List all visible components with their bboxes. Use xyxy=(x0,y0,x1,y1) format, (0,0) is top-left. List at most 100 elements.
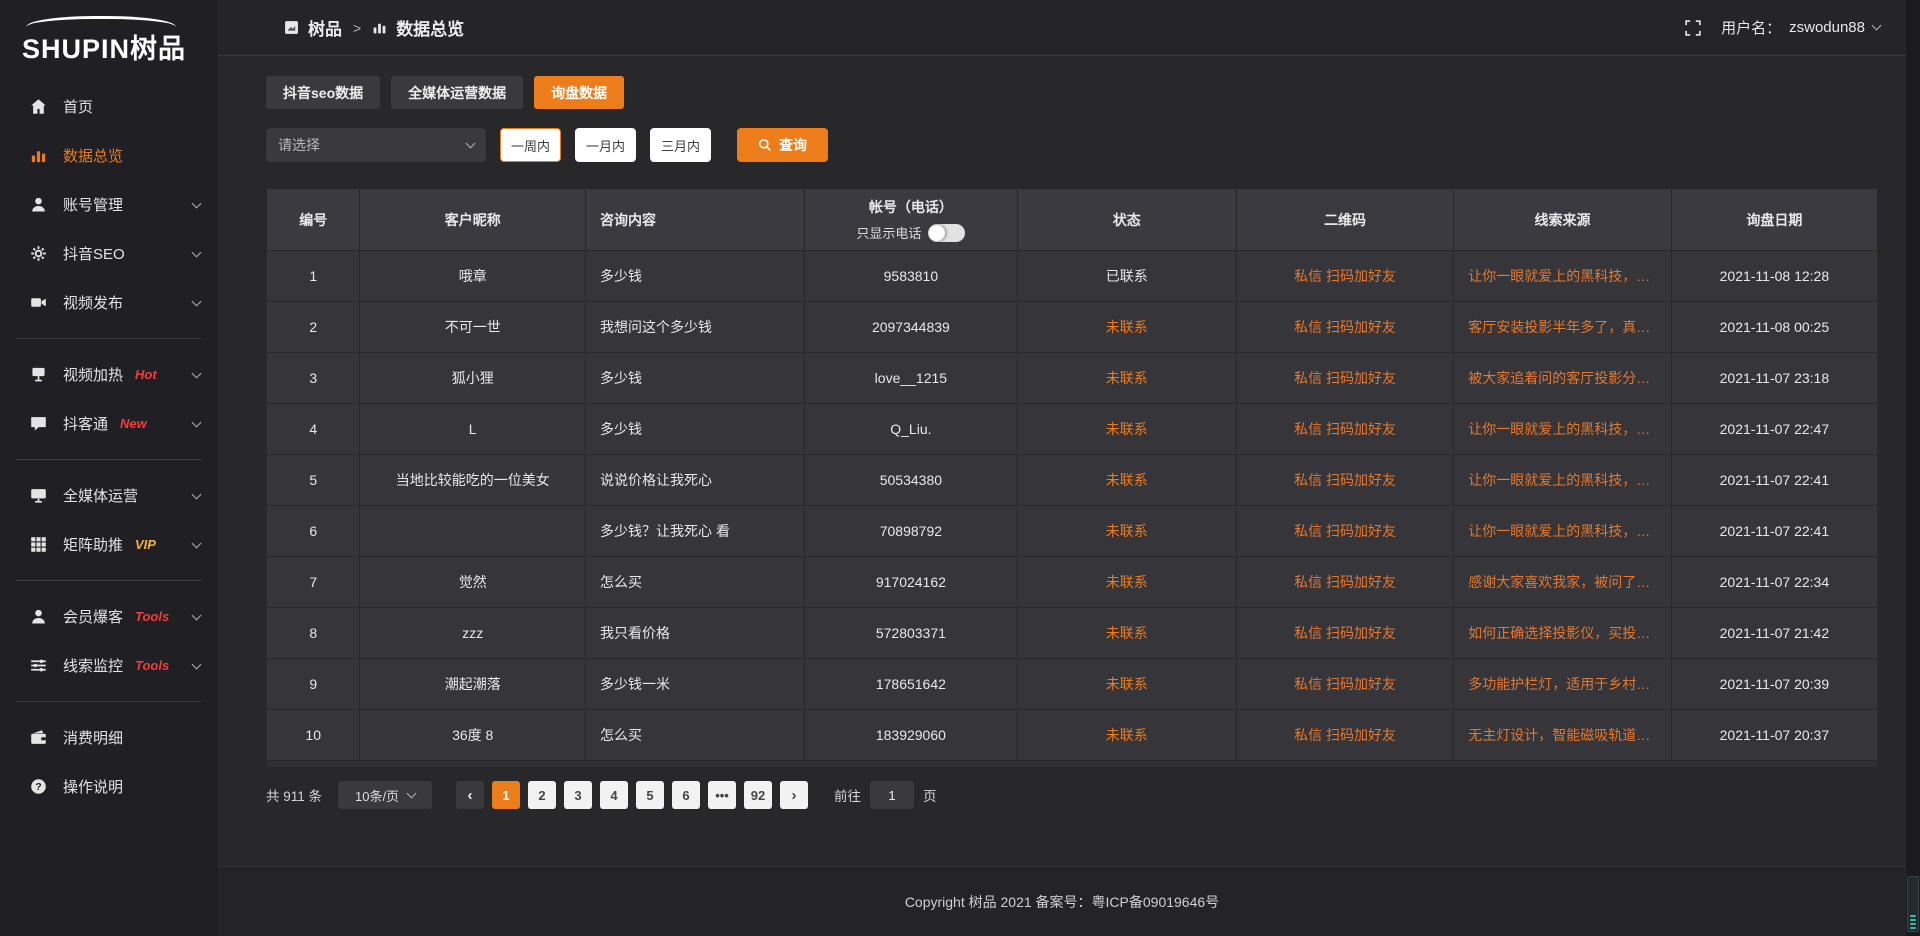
table-row: 4 L 多少钱 Q_Liu. 未联系 私信 扫码加好友 让你一眼就爱上的黑科技，… xyxy=(267,404,1878,455)
sidebar-item[interactable]: 消费明细 xyxy=(0,713,218,762)
sidebar-item[interactable]: 抖客通 New xyxy=(0,399,218,448)
table-row: 10 36度 8 怎么买 183929060 未联系 私信 扫码加好友 无主灯设… xyxy=(267,710,1878,761)
page-button[interactable]: 92 xyxy=(744,781,772,809)
sidebar-item-label: 全媒体运营 xyxy=(63,485,138,506)
query-button[interactable]: 查询 xyxy=(737,128,828,162)
cell-qrcode-link[interactable]: 私信 扫码加好友 xyxy=(1236,608,1453,659)
cell-source-link[interactable]: 被大家追着问的客厅投影分享... xyxy=(1454,353,1671,404)
sidebar-item[interactable]: 全媒体运营 xyxy=(0,471,218,520)
cell-qrcode-link[interactable]: 私信 扫码加好友 xyxy=(1236,710,1453,761)
sidebar-item[interactable]: 数据总览 xyxy=(0,131,218,180)
sidebar-item-badge: Tools xyxy=(135,658,169,673)
cell-qrcode-link[interactable]: 私信 扫码加好友 xyxy=(1236,659,1453,710)
cell-content: 我只看价格 xyxy=(585,608,804,659)
period-button[interactable]: 三月内 xyxy=(650,128,711,162)
cell-qrcode-link[interactable]: 私信 扫码加好友 xyxy=(1236,404,1453,455)
tab-button[interactable]: 全媒体运营数据 xyxy=(391,76,523,109)
prev-page-button[interactable]: ‹ xyxy=(456,781,484,809)
period-button[interactable]: 一月内 xyxy=(575,128,636,162)
cell-source-link[interactable]: 客厅安装投影半年多了，真实... xyxy=(1454,302,1671,353)
app-root: SHUPIN 树品 首页 数据总览 xyxy=(0,0,1920,936)
cell-source-link[interactable]: 多功能护栏灯，适用于乡村文... xyxy=(1454,659,1671,710)
page-button[interactable]: 4 xyxy=(600,781,628,809)
username-label: 用户名： xyxy=(1721,17,1781,38)
breadcrumb-current: 数据总览 xyxy=(396,15,464,40)
tab-button[interactable]: 询盘数据 xyxy=(534,76,624,109)
main-area: 树品 > 数据总览 用户名：zswodun88 抖音seo数据 全媒体运营数据 xyxy=(218,0,1906,936)
chevron-down-icon xyxy=(1872,21,1882,31)
cell-source-link[interactable]: 让你一眼就爱上的黑科技，能... xyxy=(1454,251,1671,302)
page-button[interactable]: ••• xyxy=(708,781,736,809)
cell-source-link[interactable]: 感谢大家喜欢我家，被问了好... xyxy=(1454,557,1671,608)
tab-button[interactable]: 抖音seo数据 xyxy=(266,76,380,109)
cell-source-link[interactable]: 让你一眼就爱上的黑科技，能... xyxy=(1454,455,1671,506)
cell-qrcode-link[interactable]: 私信 扫码加好友 xyxy=(1236,455,1453,506)
cell-account: 572803371 xyxy=(805,608,1018,659)
filter-select[interactable]: 请选择 xyxy=(266,128,486,162)
sidebar-item[interactable]: 视频发布 xyxy=(0,278,218,327)
sidebar-item[interactable]: 账号管理 xyxy=(0,180,218,229)
cell-qrcode-link[interactable]: 私信 扫码加好友 xyxy=(1236,557,1453,608)
chevron-down-icon xyxy=(192,368,202,378)
period-button[interactable]: 一周内 xyxy=(500,128,561,162)
sidebar-item-badge: Tools xyxy=(135,609,169,624)
cell-qrcode-link[interactable]: 私信 扫码加好友 xyxy=(1236,353,1453,404)
chevron-down-icon xyxy=(192,610,202,620)
page-size-select[interactable]: 10条/页 xyxy=(338,781,432,809)
sidebar-item-label: 操作说明 xyxy=(63,776,123,797)
filter-bar: 请选择 一周内 一月内 三月内 查询 xyxy=(266,128,1878,162)
sidebar-item[interactable]: 视频加热 Hot xyxy=(0,350,218,399)
cell-source-link[interactable]: 让你一眼就爱上的黑科技，能... xyxy=(1454,404,1671,455)
page-button[interactable]: 6 xyxy=(672,781,700,809)
fullscreen-button[interactable] xyxy=(1685,20,1701,36)
col-content: 咨询内容 xyxy=(585,189,804,251)
inquiry-table: 编号 客户昵称 咨询内容 帐号（电话） 只显示电话 状态 xyxy=(266,188,1878,767)
cell-qrcode-link[interactable]: 私信 扫码加好友 xyxy=(1236,251,1453,302)
cell-id: 7 xyxy=(267,557,360,608)
sidebar-item[interactable]: 首页 xyxy=(0,82,218,131)
sidebar-item[interactable]: 会员爆客 Tools xyxy=(0,592,218,641)
col-qrcode: 二维码 xyxy=(1236,189,1453,251)
page-button[interactable]: 1 xyxy=(492,781,520,809)
sidebar-item[interactable]: 线索监控 Tools xyxy=(0,641,218,690)
page-button[interactable]: 2 xyxy=(528,781,556,809)
cell-status: 未联系 xyxy=(1017,302,1236,353)
widget-bar xyxy=(1910,923,1916,925)
user-menu[interactable]: 用户名：zswodun88 xyxy=(1721,17,1880,38)
cell-account: Q_Liu. xyxy=(805,404,1018,455)
cell-qrcode-link[interactable]: 私信 扫码加好友 xyxy=(1236,302,1453,353)
cell-source-link[interactable]: 让你一眼就爱上的黑科技，能... xyxy=(1454,506,1671,557)
footer: Copyright 树品 2021 备案号：粤ICP备09019646号 xyxy=(218,866,1906,936)
cell-id: 2 xyxy=(267,302,360,353)
sidebar-item-label: 消费明细 xyxy=(63,727,123,748)
cell-source-link[interactable]: 无主灯设计，智能磁吸轨道灯... xyxy=(1454,710,1671,761)
logo-brand: SHUPIN xyxy=(22,34,130,64)
right-edge-strip[interactable] xyxy=(1906,0,1920,936)
table-row: 9 潮起潮落 多少钱一米 178651642 未联系 私信 扫码加好友 多功能护… xyxy=(267,659,1878,710)
next-page-button[interactable]: › xyxy=(780,781,808,809)
cell-account: 917024162 xyxy=(805,557,1018,608)
cell-account: 178651642 xyxy=(805,659,1018,710)
col-status: 状态 xyxy=(1017,189,1236,251)
sidebar-item[interactable]: 抖音SEO xyxy=(0,229,218,278)
cell-status: 未联系 xyxy=(1017,710,1236,761)
gear-icon xyxy=(30,245,50,262)
toggle-knob xyxy=(929,225,945,241)
cell-source-link[interactable]: 如何正确选择投影仪，买投影... xyxy=(1454,608,1671,659)
sidebar-item[interactable]: ? 操作说明 xyxy=(0,762,218,811)
cell-qrcode-link[interactable]: 私信 扫码加好友 xyxy=(1236,506,1453,557)
sidebar-item[interactable]: 矩阵助推 VIP xyxy=(0,520,218,569)
goto-page-input[interactable] xyxy=(870,781,914,809)
cell-account: 183929060 xyxy=(805,710,1018,761)
side-panel-widget[interactable] xyxy=(1907,876,1919,932)
page-button[interactable]: 3 xyxy=(564,781,592,809)
breadcrumb-root[interactable]: 树品 xyxy=(308,15,342,40)
col-source: 线索来源 xyxy=(1454,189,1671,251)
phone-only-toggle[interactable] xyxy=(928,224,965,242)
cell-status: 未联系 xyxy=(1017,557,1236,608)
cell-date: 2021-11-07 20:39 xyxy=(1671,659,1877,710)
chevron-down-icon xyxy=(192,296,202,306)
search-icon xyxy=(758,138,772,152)
cell-account: 2097344839 xyxy=(805,302,1018,353)
page-button[interactable]: 5 xyxy=(636,781,664,809)
